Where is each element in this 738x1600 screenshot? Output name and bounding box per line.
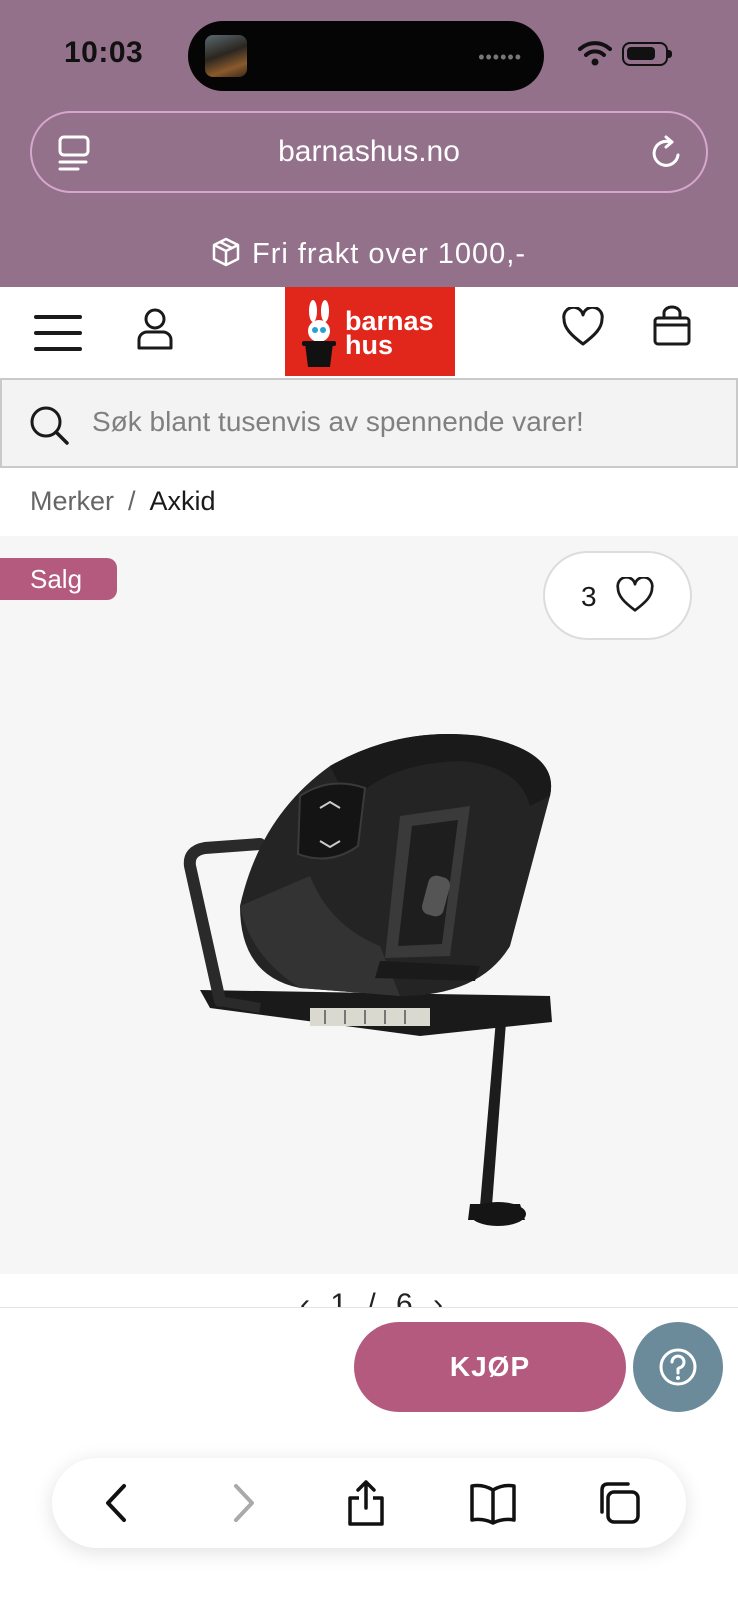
product-image-car-seat[interactable] [180,726,580,1246]
site-logo[interactable]: barnas hus [285,287,455,376]
browser-top-area: 10:03 •••••• barnashus.no Fri frakt over… [0,0,738,287]
status-time: 10:03 [64,36,144,69]
logo-line-2: hus [345,330,394,360]
buy-button[interactable]: KJØP [354,1322,626,1412]
wishlist-count: 3 [581,581,597,612]
breadcrumb: Merker / Axkid [30,486,216,517]
browser-toolbar [52,1458,686,1548]
url-text[interactable]: barnashus.no [32,135,706,169]
search-bar[interactable] [0,378,738,468]
now-playing-thumbnail [205,35,247,77]
help-icon [659,1348,697,1386]
reload-icon[interactable] [650,135,684,171]
bookmarks-icon[interactable] [468,1478,518,1528]
breadcrumb-current: Axkid [149,486,216,516]
help-button[interactable] [633,1322,723,1412]
island-indicator: •••••• [478,47,522,67]
address-bar[interactable]: barnashus.no [30,111,708,193]
image-pager-text[interactable]: ‹ 1 / 6 › [300,1288,449,1307]
shipping-banner: Fri frakt over 1000,- [0,237,738,271]
search-input[interactable] [92,406,712,438]
tabs-icon[interactable] [594,1478,644,1528]
dynamic-island: •••••• [188,21,544,91]
sale-badge: Salg [0,558,117,600]
product-gallery[interactable]: Salg 3 [0,536,738,1274]
menu-icon[interactable] [34,315,82,351]
search-icon[interactable] [28,404,70,446]
image-pager[interactable]: ‹ 1 / 6 › [0,1274,738,1308]
shipping-text: Fri frakt over 1000,- [251,238,527,270]
heart-icon [616,577,654,612]
package-icon [212,237,240,267]
site-header: barnas hus [0,287,738,377]
battery-icon [622,42,668,66]
heart-icon[interactable] [561,307,605,347]
bag-icon[interactable] [652,305,692,347]
breadcrumb-separator: / [128,486,136,516]
forward-icon[interactable] [218,1478,268,1528]
breadcrumb-link-merker[interactable]: Merker [30,486,114,516]
logo-text: barnas hus [345,308,434,360]
user-icon[interactable] [136,307,174,351]
battery-tip [668,50,672,58]
share-icon[interactable] [341,1478,391,1528]
wishlist-count-button[interactable]: 3 [543,551,692,640]
wifi-icon [578,41,612,66]
bunny-logo-icon [302,300,336,367]
back-icon[interactable] [92,1478,142,1528]
